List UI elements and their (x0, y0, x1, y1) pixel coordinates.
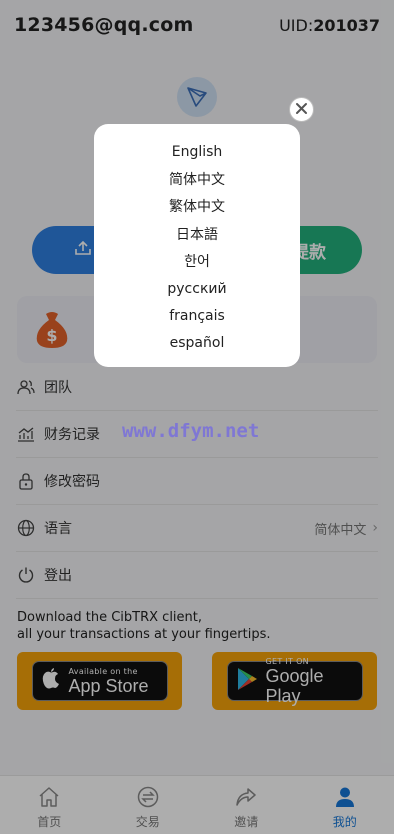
language-option-japanese[interactable]: 日本語 (94, 220, 300, 247)
language-option-spanish[interactable]: español (94, 330, 300, 357)
language-option-traditional-chinese[interactable]: 繁体中文 (94, 193, 300, 220)
language-option-french[interactable]: français (94, 302, 300, 329)
close-modal-button[interactable] (289, 97, 314, 122)
language-picker-modal: English 简体中文 繁体中文 日本語 한어 русский françai… (94, 124, 300, 367)
watermark-text: www.dfym.net (122, 420, 260, 442)
close-icon (295, 100, 308, 119)
language-option-simplified-chinese[interactable]: 简体中文 (94, 165, 300, 192)
language-option-english[interactable]: English (94, 138, 300, 165)
language-option-russian[interactable]: русский (94, 275, 300, 302)
language-option-korean[interactable]: 한어 (94, 248, 300, 275)
